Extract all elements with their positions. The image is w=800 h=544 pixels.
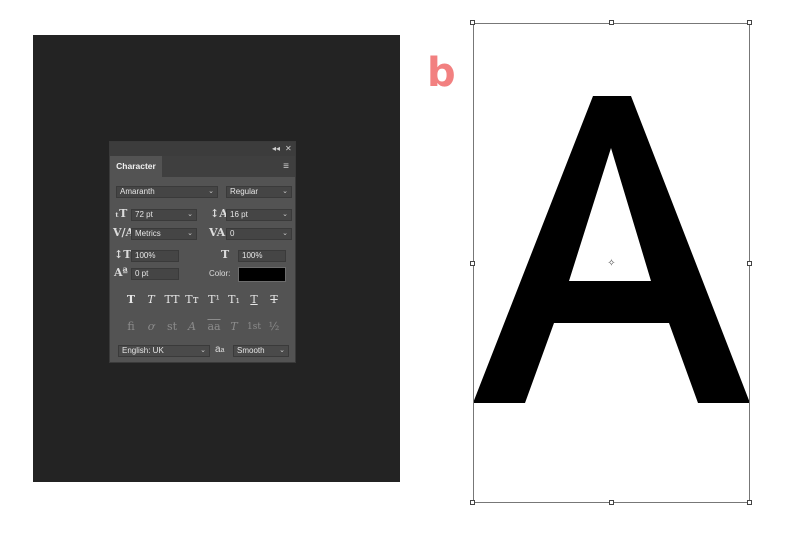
- leading-value: 16 pt: [230, 210, 248, 219]
- artboard: ✧: [470, 20, 752, 505]
- titling-alternates-icon[interactable]: T: [225, 321, 243, 333]
- baseline-shift-icon: Aª: [114, 266, 128, 279]
- chevron-down-icon: ⌄: [208, 188, 214, 195]
- contextual-alternates-icon[interactable]: st: [163, 321, 181, 333]
- chevron-down-icon: ⌄: [282, 188, 288, 195]
- antialias-icon: aa: [215, 345, 224, 356]
- baseline-shift-value: 0 pt: [135, 269, 149, 278]
- horizontal-scale-icon: T: [221, 248, 230, 261]
- close-icon[interactable]: ✕: [285, 144, 292, 154]
- language-dropdown[interactable]: English: UK ⌄: [118, 345, 210, 357]
- subscript-icon[interactable]: T₁: [225, 294, 243, 306]
- font-size-field[interactable]: 72 pt ⌄: [131, 209, 197, 221]
- language-value: English: UK: [122, 346, 164, 355]
- small-caps-icon[interactable]: Tт: [183, 294, 201, 306]
- horizontal-scale-value: 100%: [242, 251, 263, 260]
- tracking-icon: VA: [209, 226, 226, 239]
- reference-point-icon[interactable]: ✧: [607, 259, 616, 269]
- kerning-field[interactable]: Metrics ⌄: [131, 228, 197, 240]
- tab-character[interactable]: Character: [110, 156, 162, 177]
- panel-titlebar[interactable]: ◂◂ ✕: [110, 142, 295, 156]
- font-style-value: Regular: [230, 187, 259, 196]
- transform-handle-top-right[interactable]: [747, 20, 752, 25]
- kerning-value: Metrics: [135, 229, 161, 238]
- chevron-down-icon: ⌄: [282, 230, 288, 237]
- tracking-value: 0: [230, 229, 235, 238]
- stylistic-alternates-icon[interactable]: aa: [205, 321, 223, 333]
- tracking-field[interactable]: 0 ⌄: [226, 228, 292, 240]
- underline-icon[interactable]: T: [245, 294, 263, 306]
- chevron-down-icon: ⌄: [282, 211, 288, 218]
- leading-field[interactable]: 16 pt ⌄: [226, 209, 292, 221]
- collapse-icon[interactable]: ◂◂: [272, 144, 280, 154]
- transform-handle-top-left[interactable]: [470, 20, 475, 25]
- ordinals-icon[interactable]: 1st: [245, 321, 263, 333]
- transform-handle-bottom-right[interactable]: [747, 500, 752, 505]
- text-color-swatch[interactable]: [238, 267, 286, 282]
- marker-b-label: b: [427, 50, 456, 96]
- faux-italic-icon[interactable]: T: [142, 294, 160, 306]
- antialias-value: Smooth: [237, 346, 265, 355]
- transform-handle-bottom[interactable]: [609, 500, 614, 505]
- vertical-scale-icon: ↕T: [114, 248, 132, 261]
- transform-handle-bottom-left[interactable]: [470, 500, 475, 505]
- font-style-dropdown[interactable]: Regular ⌄: [226, 186, 292, 198]
- panel-tab-row: Character ≡: [110, 156, 295, 177]
- baseline-shift-field[interactable]: 0 pt: [131, 268, 179, 280]
- vertical-scale-value: 100%: [135, 251, 156, 260]
- fractions-icon[interactable]: ½: [265, 321, 283, 333]
- superscript-icon[interactable]: T¹: [205, 294, 223, 306]
- transform-handle-right[interactable]: [747, 261, 752, 266]
- strikethrough-icon[interactable]: T: [265, 294, 283, 306]
- discretionary-ligatures-icon[interactable]: ơ: [142, 321, 160, 333]
- character-panel: ◂◂ ✕ Character ≡ Amaranth ⌄ Regular ⌄ ₜT…: [109, 141, 296, 363]
- faux-bold-icon[interactable]: T: [122, 294, 140, 306]
- chevron-down-icon: ⌄: [187, 211, 193, 218]
- font-size-value: 72 pt: [135, 210, 153, 219]
- antialias-icon-text2: a: [220, 347, 225, 354]
- transform-handle-top[interactable]: [609, 20, 614, 25]
- horizontal-scale-field[interactable]: 100%: [238, 250, 286, 262]
- ligatures-icon[interactable]: fi: [122, 321, 140, 333]
- canvas: a b ◂◂ ✕ Character ≡ Amaranth ⌄ Regular …: [0, 0, 800, 544]
- font-size-icon: ₜT: [115, 207, 128, 220]
- font-family-dropdown[interactable]: Amaranth ⌄: [116, 186, 218, 198]
- color-label: Color:: [209, 269, 231, 278]
- font-family-value: Amaranth: [120, 187, 155, 196]
- vertical-scale-field[interactable]: 100%: [131, 250, 179, 262]
- chevron-down-icon: ⌄: [200, 347, 206, 354]
- panel-menu-icon[interactable]: ≡: [283, 162, 289, 172]
- chevron-down-icon: ⌄: [187, 230, 193, 237]
- chevron-down-icon: ⌄: [279, 347, 285, 354]
- antialias-dropdown[interactable]: Smooth ⌄: [233, 345, 289, 357]
- all-caps-icon[interactable]: TT: [163, 294, 181, 306]
- swash-icon[interactable]: A: [183, 321, 201, 333]
- transform-handle-left[interactable]: [470, 261, 475, 266]
